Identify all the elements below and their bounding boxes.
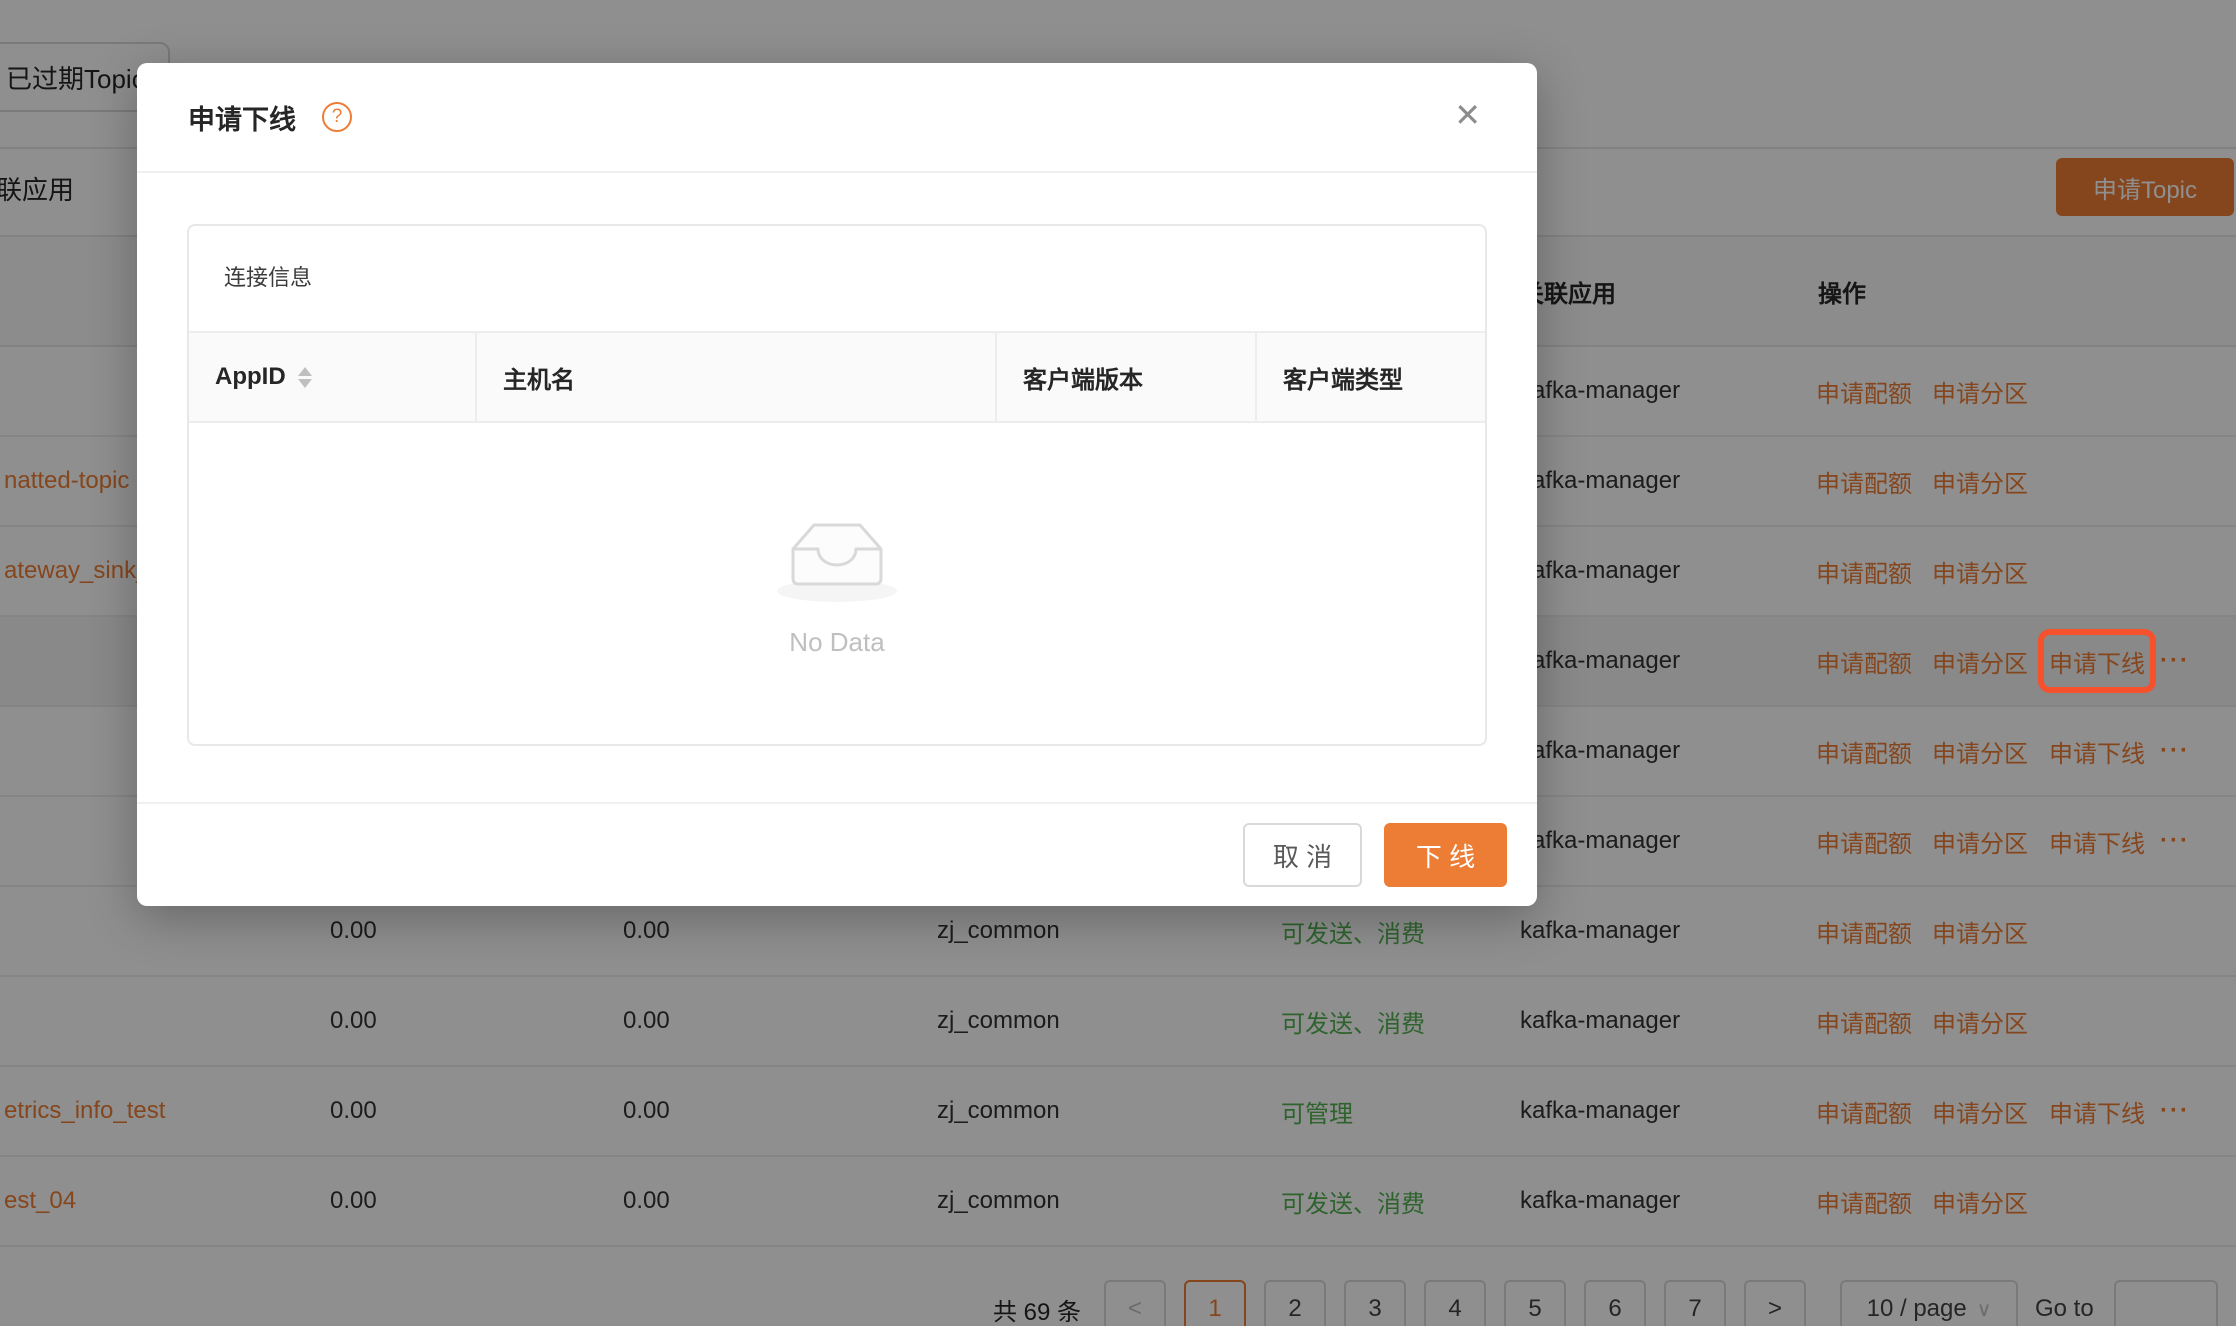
- conn-column-header-client-type: 客户端类型: [1257, 333, 1485, 421]
- help-icon[interactable]: ?: [322, 102, 352, 132]
- apply-offline-modal: 申请下线 ? ✕ 连接信息 AppID 主机名 客户端版本 客户端类型 No Data…: [137, 63, 1537, 906]
- offline-confirm-button[interactable]: 下 线: [1384, 823, 1507, 887]
- conn-column-header-client-version: 客户端版本: [997, 333, 1257, 421]
- conn-column-label: 主机名: [503, 360, 575, 395]
- conn-column-label: 客户端类型: [1283, 360, 1403, 395]
- empty-text: No Data: [789, 627, 884, 658]
- connection-info-card: 连接信息 AppID 主机名 客户端版本 客户端类型 No Data: [187, 224, 1487, 746]
- conn-column-header-hostname: 主机名: [477, 333, 997, 421]
- conn-column-label: AppID: [215, 363, 286, 391]
- conn-column-label: 客户端版本: [1023, 360, 1143, 395]
- modal-footer: 取 消 下 线: [137, 802, 1537, 906]
- modal-header: 申请下线 ? ✕: [137, 63, 1537, 173]
- connection-table-header: AppID 主机名 客户端版本 客户端类型: [189, 331, 1485, 423]
- empty-state: No Data: [189, 423, 1485, 743]
- screen: 已过期Topic 关联应用 申请Topic 关联应用操作 kafka-manag…: [0, 0, 2236, 1326]
- empty-box-icon: [771, 509, 903, 605]
- close-icon[interactable]: ✕: [1454, 99, 1481, 131]
- conn-column-header-appid[interactable]: AppID: [189, 333, 477, 421]
- connection-info-title: 连接信息: [224, 260, 312, 292]
- sort-carets-icon[interactable]: [298, 367, 312, 388]
- cancel-button[interactable]: 取 消: [1243, 823, 1362, 887]
- modal-title: 申请下线: [188, 98, 296, 137]
